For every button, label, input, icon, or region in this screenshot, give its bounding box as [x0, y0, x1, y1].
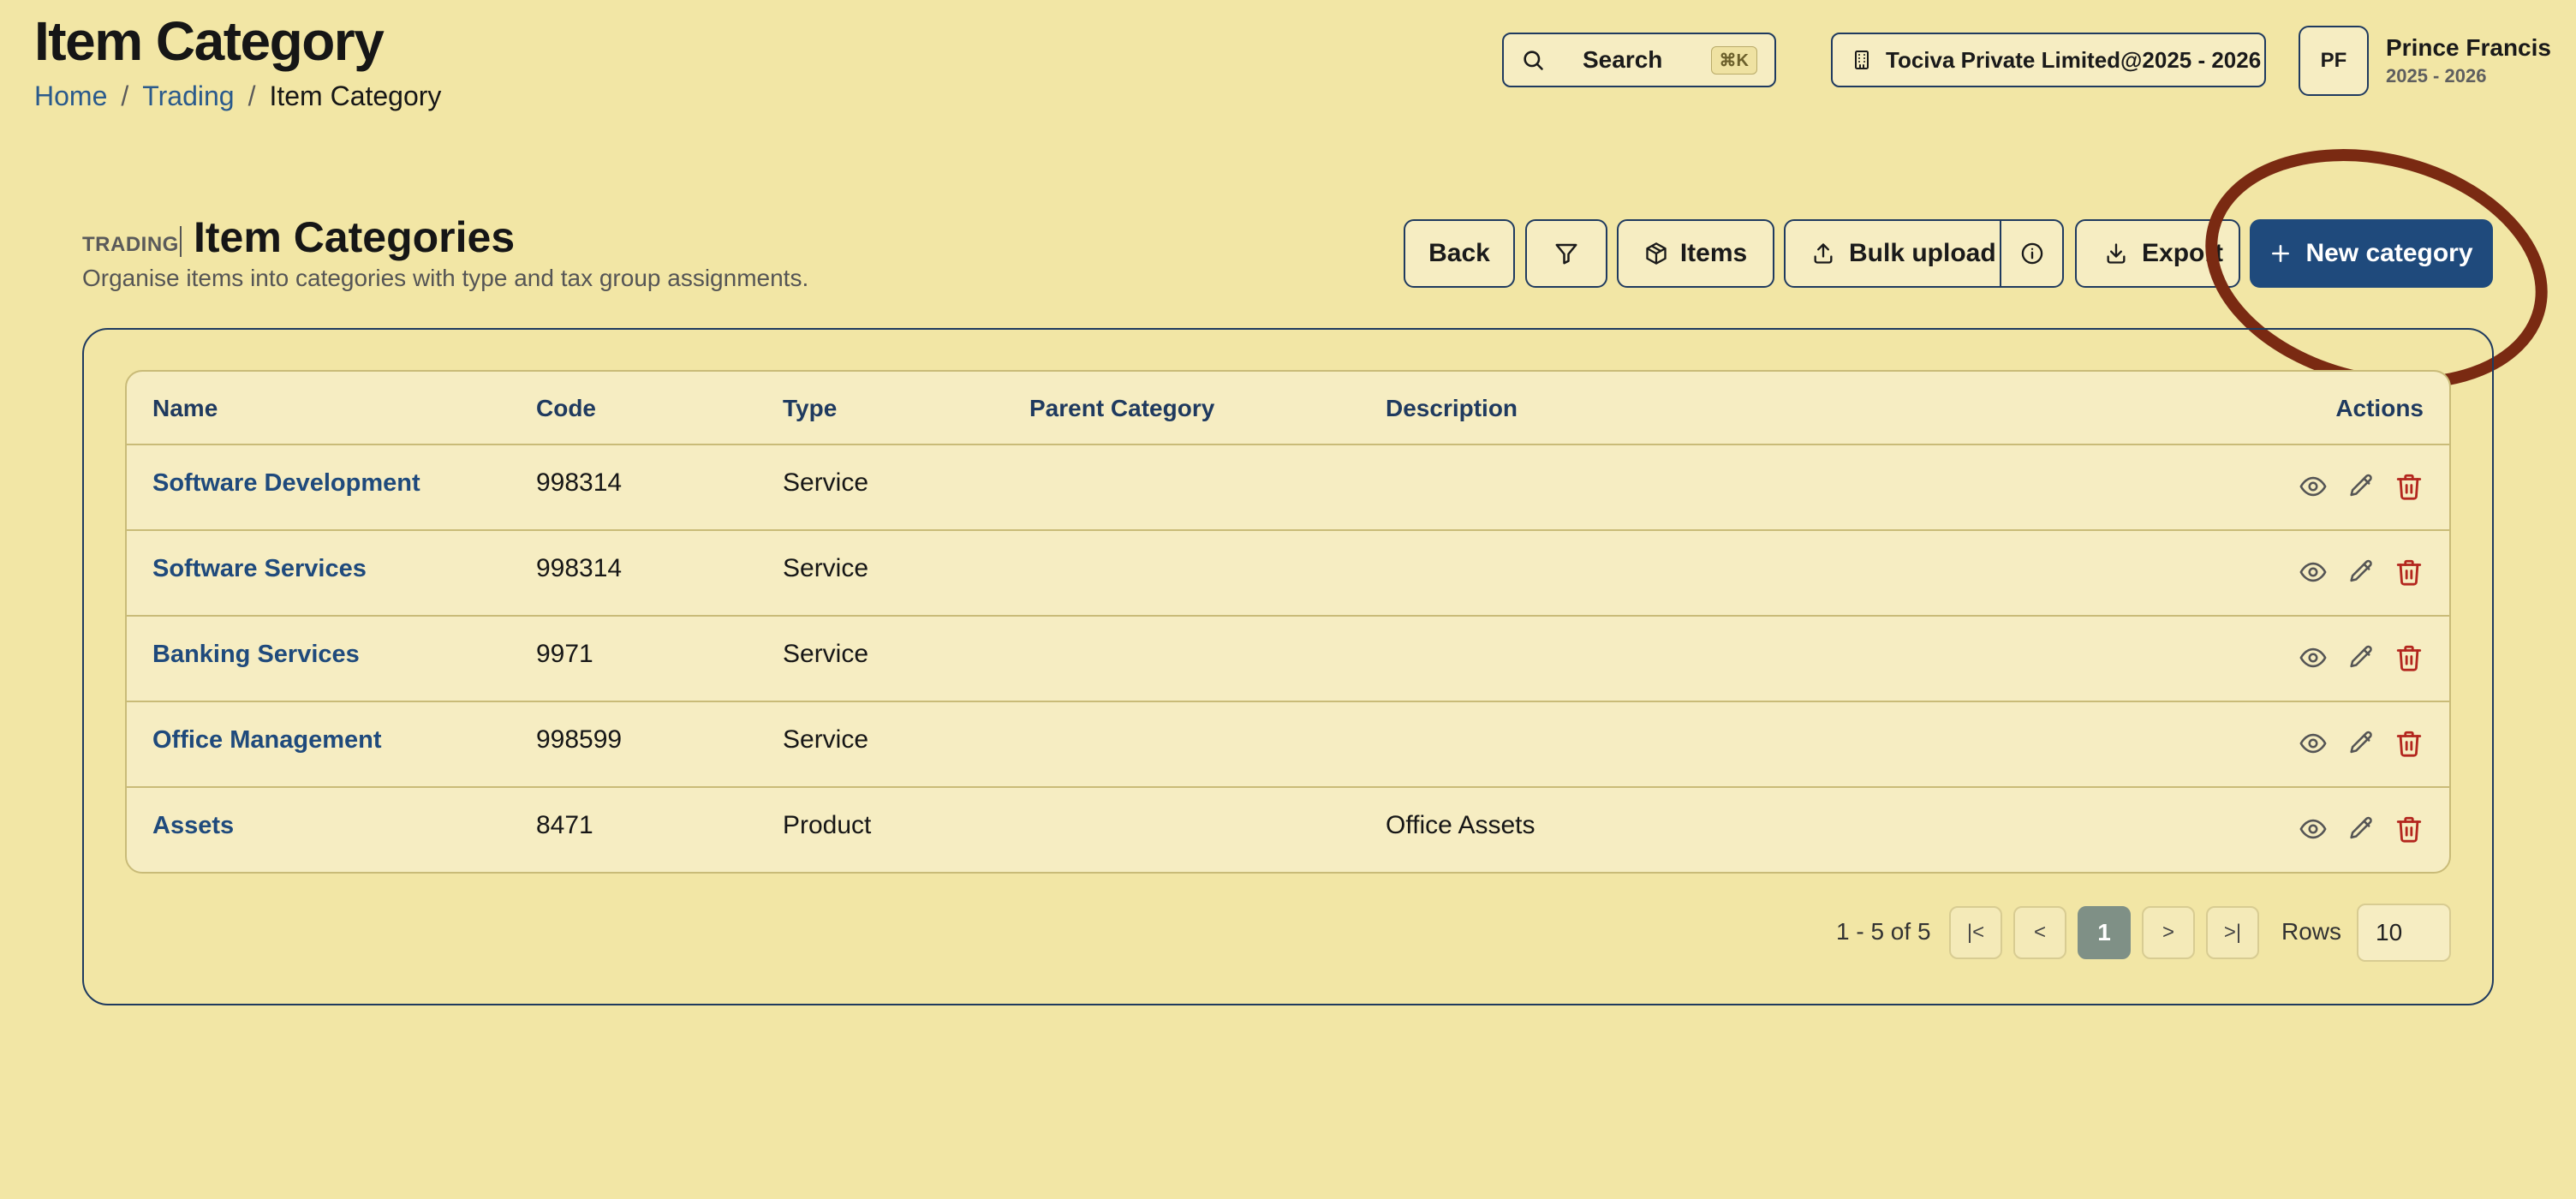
breadcrumb: Home / Trading / Item Category [34, 77, 441, 115]
section-title: Item Categories [194, 213, 516, 261]
row-actions [2299, 726, 2424, 761]
bulk-upload-info-button[interactable] [2000, 221, 2062, 286]
category-type: Product [783, 811, 872, 839]
section-divider [180, 226, 182, 257]
column-header-type[interactable]: Type [783, 372, 837, 445]
export-button[interactable]: Export [2075, 219, 2240, 288]
breadcrumb-home[interactable]: Home [34, 81, 107, 112]
search-shortcut-badge: ⌘K [1710, 45, 1757, 75]
row-actions [2299, 641, 2424, 675]
bulk-upload-label: Bulk upload [1849, 239, 1996, 267]
plus-icon [2269, 242, 2292, 265]
pencil-icon[interactable] [2346, 643, 2376, 672]
table-row[interactable]: Software Services 998314 Service [127, 531, 2449, 617]
category-code: 998314 [536, 468, 623, 497]
column-header-code[interactable]: Code [536, 372, 596, 445]
export-label: Export [2142, 239, 2224, 267]
first-page-button[interactable]: |< [1949, 906, 2002, 959]
items-button[interactable]: Items [1617, 219, 1774, 288]
back-button[interactable]: Back [1404, 219, 1515, 288]
last-page-button[interactable]: >| [2206, 906, 2259, 959]
filter-icon [1553, 241, 1579, 266]
category-type: Service [783, 725, 869, 754]
pencil-icon[interactable] [2346, 472, 2376, 501]
trash-icon[interactable] [2394, 729, 2424, 758]
organization-label: Tociva Private Limited@2025 - 2026 [1886, 46, 2262, 73]
row-actions [2299, 469, 2424, 504]
filter-button[interactable] [1525, 219, 1607, 288]
category-type: Service [783, 640, 869, 668]
trash-icon[interactable] [2394, 643, 2424, 672]
row-actions [2299, 555, 2424, 589]
new-category-label: New category [2305, 239, 2473, 267]
categories-table: Name Code Type Parent Category Descripti… [125, 370, 2451, 874]
table-row[interactable]: Software Development 998314 Service [127, 445, 2449, 531]
download-icon [2104, 242, 2128, 265]
breadcrumb-separator: / [247, 80, 256, 111]
section-subtitle: Organise items into categories with type… [82, 265, 809, 291]
user-period: 2025 - 2026 [2386, 65, 2487, 86]
category-name-link[interactable]: Software Development [152, 445, 420, 521]
category-type: Service [783, 468, 869, 497]
column-header-description[interactable]: Description [1386, 372, 1518, 445]
bulk-upload-group: Bulk upload [1784, 219, 2064, 288]
pencil-icon[interactable] [2346, 729, 2376, 758]
eye-icon[interactable] [2299, 814, 2328, 844]
category-name-link[interactable]: Office Management [152, 702, 382, 778]
category-code: 998314 [536, 554, 623, 582]
search-button[interactable]: Search ⌘K [1502, 33, 1776, 87]
trash-icon[interactable] [2394, 558, 2424, 587]
category-name-link[interactable]: Assets [152, 788, 234, 863]
page-button-current[interactable]: 1 [2078, 906, 2131, 959]
items-label: Items [1679, 239, 1748, 267]
breadcrumb-separator: / [121, 80, 129, 111]
eye-icon[interactable] [2299, 643, 2328, 672]
category-name-link[interactable]: Banking Services [152, 617, 360, 692]
rows-per-page-label: Rows [2281, 918, 2342, 945]
new-category-button[interactable]: New category [2250, 219, 2493, 288]
category-name-link[interactable]: Software Services [152, 531, 367, 606]
breadcrumb-trading[interactable]: Trading [142, 81, 234, 112]
eye-icon[interactable] [2299, 472, 2328, 501]
next-page-button[interactable]: > [2142, 906, 2195, 959]
row-actions [2299, 812, 2424, 846]
pencil-icon[interactable] [2346, 814, 2376, 844]
column-header-parent-category[interactable]: Parent Category [1029, 372, 1214, 445]
pencil-icon[interactable] [2346, 558, 2376, 587]
column-header-name[interactable]: Name [152, 372, 218, 445]
category-type: Service [783, 554, 869, 582]
column-header-actions: Actions [2335, 395, 2424, 421]
page-title: Item Category [34, 10, 385, 72]
previous-page-button[interactable]: < [2013, 906, 2066, 959]
category-code: 8471 [536, 811, 593, 839]
category-code: 998599 [536, 725, 623, 754]
building-icon [1852, 49, 1872, 71]
bulk-upload-button[interactable]: Bulk upload [1786, 221, 2000, 286]
section-eyebrow: TRADING [82, 233, 179, 256]
pagination-range: 1 - 5 of 5 [1836, 918, 1931, 945]
eye-icon[interactable] [2299, 558, 2328, 587]
table-row[interactable]: Banking Services 9971 Service [127, 617, 2449, 702]
category-code: 9971 [536, 640, 593, 668]
table-row[interactable]: Office Management 998599 Service [127, 702, 2449, 788]
breadcrumb-current: Item Category [269, 80, 442, 111]
avatar[interactable]: PF [2299, 26, 2369, 96]
user-name: Prince Francis [2386, 34, 2551, 61]
search-icon [1521, 48, 1545, 72]
search-label: Search [1583, 46, 1663, 73]
info-icon [2020, 242, 2044, 265]
eye-icon[interactable] [2299, 729, 2328, 758]
trash-icon[interactable] [2394, 472, 2424, 501]
organization-switcher[interactable]: Tociva Private Limited@2025 - 2026 [1831, 33, 2266, 87]
trash-icon[interactable] [2394, 814, 2424, 844]
rows-per-page-select[interactable]: 10 [2357, 904, 2451, 962]
table-row[interactable]: Assets 8471 Product Office Assets [127, 788, 2449, 872]
table-header: Name Code Type Parent Category Descripti… [127, 372, 2449, 445]
upload-icon [1811, 242, 1835, 265]
package-icon [1644, 242, 1668, 265]
category-description: Office Assets [1386, 811, 1535, 839]
